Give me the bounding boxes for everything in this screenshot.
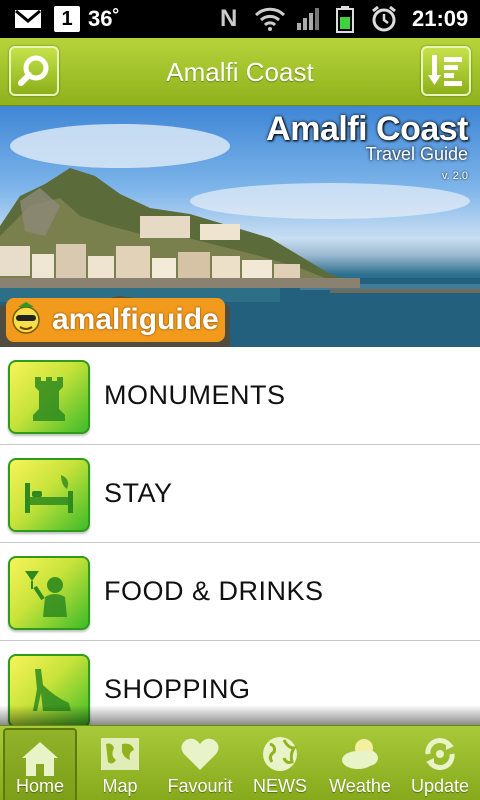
nav-favourites-label: Favourit bbox=[167, 776, 233, 796]
list-item-stay[interactable]: STAY bbox=[0, 445, 480, 543]
search-icon bbox=[18, 55, 49, 86]
refresh-icon bbox=[425, 738, 455, 770]
home-icon bbox=[22, 742, 58, 776]
notification-count: 1 bbox=[54, 6, 80, 32]
nav-favourites[interactable]: Favourit bbox=[160, 726, 240, 800]
signal-icon bbox=[296, 0, 322, 38]
nav-map-label: Map bbox=[102, 776, 138, 796]
bed-icon bbox=[8, 458, 90, 532]
sort-list-icon bbox=[428, 55, 462, 86]
notification-count-icon: 1 bbox=[54, 0, 80, 38]
temperature-text: 36˚ bbox=[88, 6, 120, 31]
banner-version: v. 2.0 bbox=[441, 170, 468, 182]
monument-icon bbox=[8, 360, 90, 434]
nav-home-label: Home bbox=[15, 776, 64, 796]
mascot-icon bbox=[6, 298, 50, 342]
banner-subtitle: Travel Guide bbox=[365, 144, 468, 164]
nav-map[interactable]: Map bbox=[80, 726, 160, 800]
shoe-icon bbox=[8, 654, 90, 725]
app-header: Amalfi Coast bbox=[0, 38, 480, 106]
wifi-icon bbox=[254, 0, 286, 38]
nav-weather-label: Weathe bbox=[329, 776, 391, 796]
hero-banner: Amalfi Coast Travel Guide v. 2.0 amalfig… bbox=[0, 106, 480, 347]
map-icon bbox=[101, 738, 139, 770]
heart-icon bbox=[181, 738, 219, 770]
nav-news[interactable]: NEWS bbox=[240, 726, 320, 800]
list-item-label: FOOD & DRINKS bbox=[104, 576, 324, 606]
battery-icon bbox=[336, 0, 354, 38]
weather-icon bbox=[342, 739, 378, 769]
sort-button[interactable] bbox=[421, 46, 471, 96]
list-item-label: SHOPPING bbox=[104, 674, 251, 704]
list-item-shopping[interactable]: SHOPPING bbox=[0, 641, 480, 725]
amalfiguide-logo: amalfiguide bbox=[6, 298, 225, 342]
gmail-icon bbox=[14, 0, 42, 38]
bottom-navigation: Home Map Favourit NEWS Weathe Update bbox=[0, 725, 480, 800]
nav-weather[interactable]: Weathe bbox=[320, 726, 400, 800]
clock-text: 21:09 bbox=[412, 6, 469, 31]
nav-update[interactable]: Update bbox=[400, 726, 480, 800]
drinks-icon bbox=[8, 556, 90, 630]
status-bar: 1 36˚ N 21:09 bbox=[0, 0, 480, 38]
list-item-food-drinks[interactable]: FOOD & DRINKS bbox=[0, 543, 480, 641]
nav-news-label: NEWS bbox=[253, 776, 307, 796]
carrier-n-icon: N bbox=[220, 5, 238, 32]
alarm-icon bbox=[370, 0, 398, 38]
logo-text: amalfiguide bbox=[50, 298, 225, 342]
globe-icon bbox=[263, 737, 297, 771]
search-button[interactable] bbox=[9, 46, 59, 96]
category-list: MONUMENTS STAY FOOD & DRINKS SHOPPING bbox=[0, 347, 480, 725]
nav-home[interactable]: Home bbox=[3, 728, 77, 800]
list-item-monuments[interactable]: MONUMENTS bbox=[0, 347, 480, 445]
list-item-label: MONUMENTS bbox=[104, 380, 286, 410]
page-title: Amalfi Coast bbox=[166, 56, 314, 87]
list-item-label: STAY bbox=[104, 478, 173, 508]
nav-update-label: Update bbox=[410, 776, 470, 796]
